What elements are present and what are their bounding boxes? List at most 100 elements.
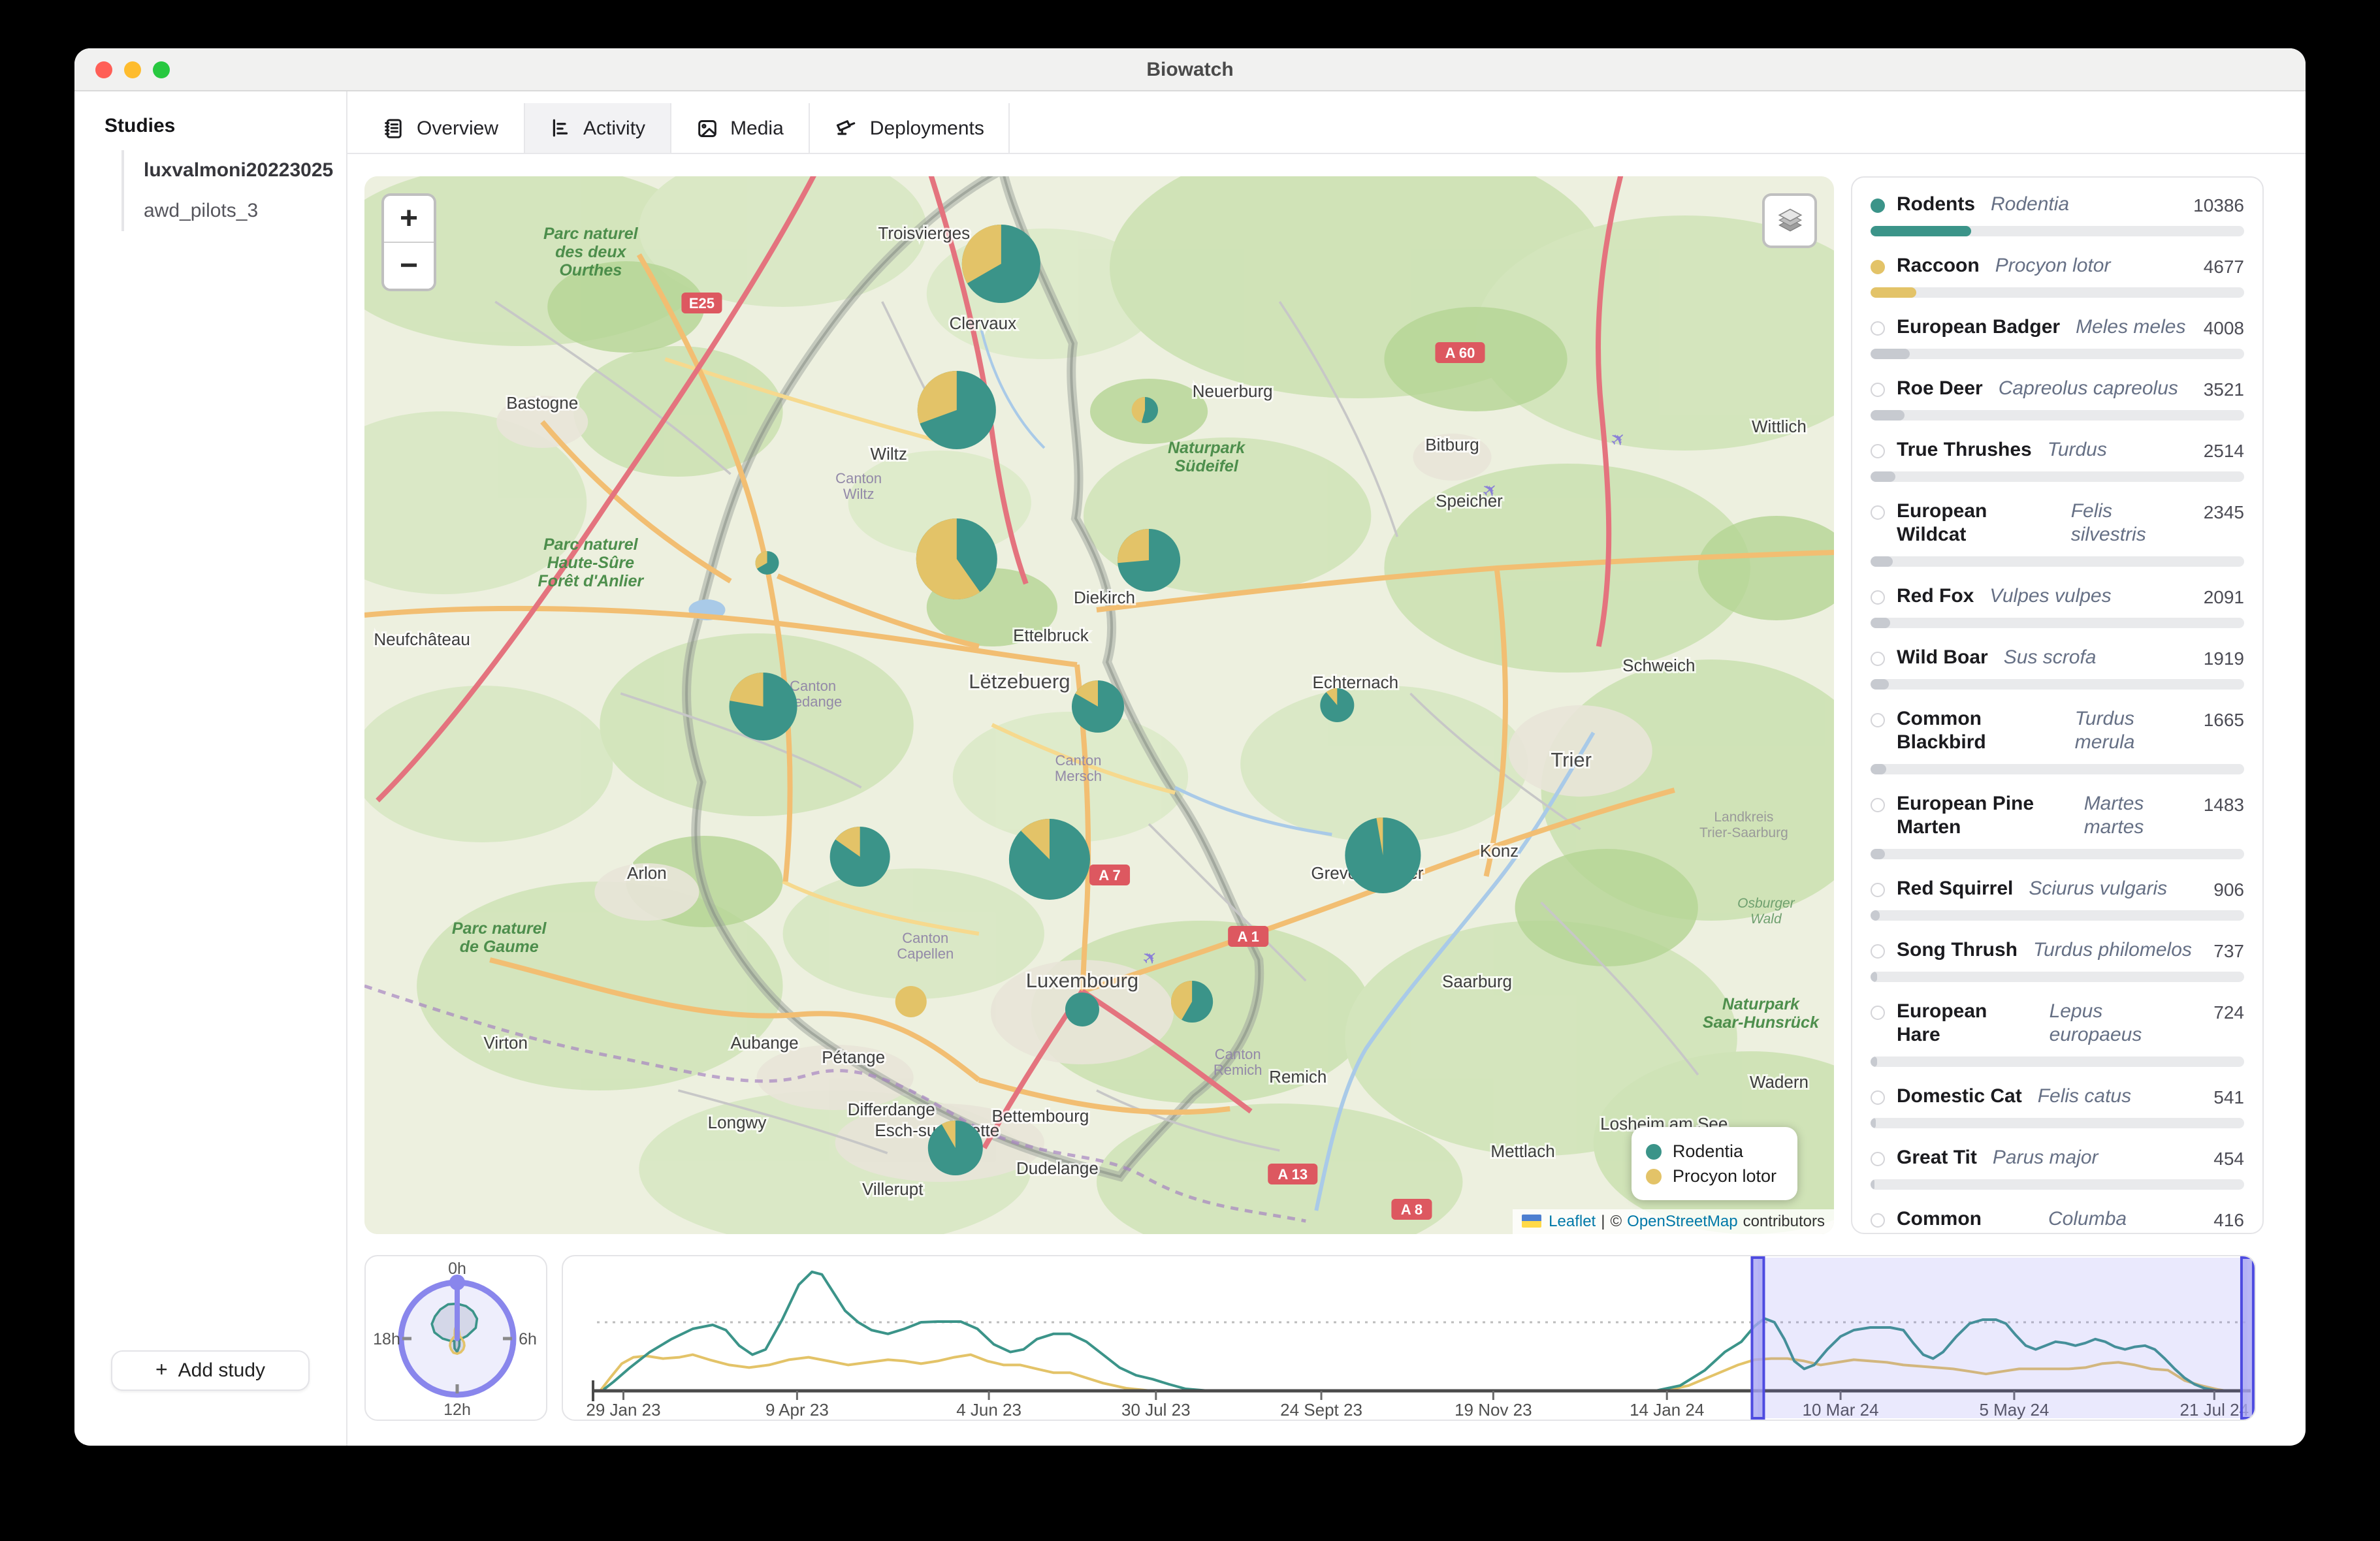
- map-pie-marker[interactable]: [830, 827, 890, 887]
- tab-label: Overview: [417, 117, 498, 139]
- map-label: Parc naturelHaute-SûreForêt d'Anlier: [538, 535, 645, 590]
- map-zoom-control: + −: [381, 193, 436, 291]
- species-row[interactable]: European BadgerMeles meles4008: [1871, 316, 2244, 377]
- legend-dot-icon: [1647, 1168, 1662, 1184]
- species-bar: [1871, 1118, 2244, 1128]
- map-pie-marker[interactable]: [1345, 818, 1421, 893]
- map-label: CantonCapellen: [897, 930, 954, 962]
- map-label: Diekirch: [1074, 588, 1135, 607]
- map-pie-marker[interactable]: [1320, 688, 1354, 722]
- map-pie-marker[interactable]: [1009, 819, 1090, 900]
- map-label: Konz: [1480, 841, 1519, 861]
- map-label: Bitburg: [1425, 435, 1479, 454]
- species-row[interactable]: True ThrushesTurdus2514: [1871, 439, 2244, 500]
- species-bar: [1871, 910, 2244, 921]
- legend-dot-icon: [1647, 1143, 1662, 1159]
- species-dot-icon: [1871, 798, 1885, 812]
- studies-list: luxvalmoni20223025awd_pilots_3: [121, 150, 346, 231]
- osm-link[interactable]: OpenStreetMap: [1627, 1212, 1737, 1230]
- species-row[interactable]: Common Wood PigeonColumba palumbus416: [1871, 1208, 2244, 1234]
- species-row[interactable]: Wild BoarSus scrofa1919: [1871, 646, 2244, 708]
- screen: Biowatch Studies luxvalmoni20223025awd_p…: [0, 0, 2380, 1541]
- timeline-brush[interactable]: [1758, 1258, 2247, 1418]
- map[interactable]: TroisviergesClervauxBastogneWiltzDiekirc…: [364, 176, 1834, 1234]
- map-pie-marker[interactable]: [916, 518, 997, 599]
- tab-activity[interactable]: Activity: [524, 103, 671, 153]
- map-layers-button[interactable]: [1762, 193, 1817, 248]
- sidebar-item-study[interactable]: luxvalmoni20223025: [124, 150, 346, 191]
- map-pie-marker[interactable]: [756, 551, 779, 575]
- add-study-button[interactable]: + Add study: [111, 1350, 310, 1391]
- map-pie-marker[interactable]: [1132, 397, 1158, 423]
- species-common-name: Rodents: [1897, 193, 1975, 217]
- species-common-name: Roe Deer: [1897, 377, 1983, 401]
- map-pie-marker[interactable]: [918, 371, 996, 449]
- timeline-brush-handle-right[interactable]: [2242, 1258, 2253, 1418]
- tab-label: Media: [730, 117, 784, 139]
- tab-deployments[interactable]: Deployments: [810, 103, 1010, 153]
- species-count: 416: [2210, 1208, 2244, 1231]
- map-label: Ettelbruck: [1013, 626, 1089, 645]
- map-pie-marker[interactable]: [895, 986, 927, 1017]
- species-scientific-name: Felis silvestris: [2071, 500, 2188, 547]
- timeline-brush-handle-left[interactable]: [1752, 1258, 1763, 1418]
- species-row[interactable]: Red SquirrelSciurus vulgaris906: [1871, 878, 2244, 939]
- species-scientific-name: Parus major: [1993, 1147, 2099, 1170]
- map-pie-marker[interactable]: [729, 673, 797, 740]
- sidebar-item-study[interactable]: awd_pilots_3: [124, 191, 346, 231]
- species-row[interactable]: RodentsRodentia10386: [1871, 193, 2244, 255]
- map-pie-marker[interactable]: [1065, 993, 1099, 1026]
- map-label: Wiltz: [871, 444, 907, 464]
- species-row[interactable]: European HareLepus europaeus724: [1871, 1000, 2244, 1085]
- tab-media[interactable]: Media: [671, 103, 810, 153]
- species-bar: [1871, 618, 2244, 628]
- species-common-name: True Thrushes: [1897, 439, 2032, 462]
- timeline-card: 29 Jan 239 Apr 234 Jun 2330 Jul 2324 Sep…: [562, 1255, 2256, 1421]
- map-pie-marker[interactable]: [1171, 981, 1213, 1023]
- add-study-label: Add study: [178, 1359, 265, 1382]
- species-row[interactable]: European Pine MartenMartes martes1483: [1871, 793, 2244, 878]
- species-common-name: European Pine Marten: [1897, 793, 2068, 840]
- road-shield-label: A 13: [1278, 1166, 1308, 1183]
- map-pie-marker[interactable]: [1072, 680, 1124, 733]
- zoom-out-button[interactable]: −: [384, 243, 434, 289]
- close-window-icon[interactable]: [95, 61, 112, 78]
- species-scientific-name: Turdus: [2048, 439, 2107, 462]
- species-common-name: European Hare: [1897, 1000, 2034, 1047]
- map-pie-marker[interactable]: [928, 1120, 983, 1175]
- species-row[interactable]: Domestic CatFelis catus541: [1871, 1085, 2244, 1147]
- minimize-window-icon[interactable]: [124, 61, 141, 78]
- timeline-tick-label: 30 Jul 23: [1121, 1400, 1191, 1420]
- species-panel[interactable]: RodentsRodentia10386RaccoonProcyon lotor…: [1851, 176, 2264, 1234]
- species-row[interactable]: Common BlackbirdTurdus merula1665: [1871, 708, 2244, 793]
- species-bar: [1871, 849, 2244, 859]
- species-bar: [1871, 1179, 2244, 1190]
- map-label: CantonMersch: [1055, 752, 1102, 784]
- species-count: 906: [2210, 878, 2244, 901]
- radial-needle-handle[interactable]: [449, 1275, 465, 1290]
- leaflet-link[interactable]: Leaflet: [1549, 1212, 1596, 1230]
- image-icon: [696, 117, 718, 139]
- species-row[interactable]: Great TitParus major454: [1871, 1147, 2244, 1208]
- map-pie-marker[interactable]: [962, 225, 1040, 303]
- tab-overview[interactable]: Overview: [358, 103, 524, 153]
- species-row[interactable]: Red FoxVulpes vulpes2091: [1871, 585, 2244, 646]
- maximize-window-icon[interactable]: [153, 61, 170, 78]
- species-dot-icon: [1871, 199, 1885, 213]
- species-bar: [1871, 349, 2244, 359]
- species-row[interactable]: Song ThrushTurdus philomelos737: [1871, 939, 2244, 1000]
- timeline-tick-label: 9 Apr 23: [765, 1400, 829, 1420]
- species-bar: [1871, 556, 2244, 567]
- attrib-copyright: ©: [1610, 1212, 1622, 1230]
- species-count: 3521: [2200, 377, 2244, 401]
- zoom-in-button[interactable]: +: [384, 196, 434, 243]
- species-row[interactable]: Roe DeerCapreolus capreolus3521: [1871, 377, 2244, 439]
- map-label: Clervaux: [950, 313, 1017, 333]
- tab-label: Activity: [583, 117, 645, 139]
- map-label: Lëtzebuerg: [969, 670, 1070, 693]
- species-row[interactable]: European WildcatFelis silvestris2345: [1871, 500, 2244, 585]
- species-row[interactable]: RaccoonProcyon lotor4677: [1871, 255, 2244, 316]
- species-bar: [1871, 679, 2244, 690]
- map-label: Aubange: [730, 1033, 798, 1053]
- map-pie-marker[interactable]: [1118, 529, 1180, 592]
